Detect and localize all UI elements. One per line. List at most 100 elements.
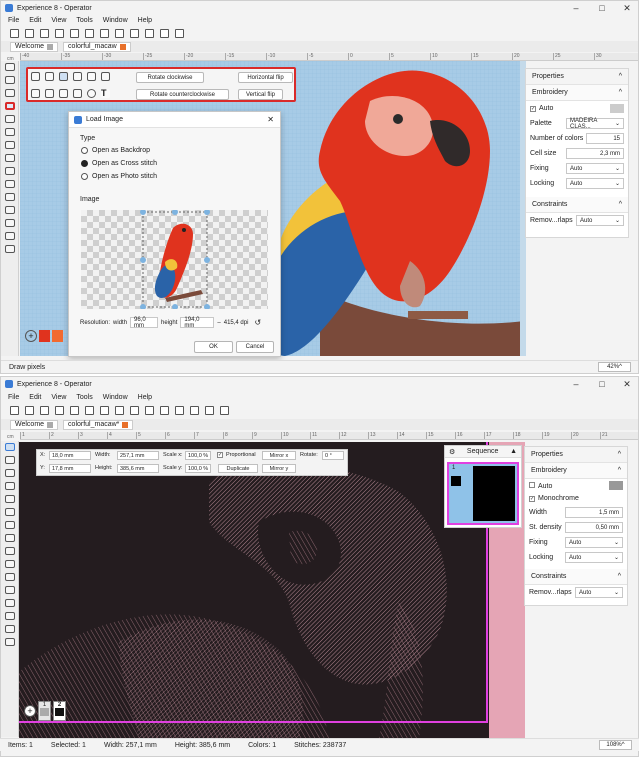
- circle-tool-icon[interactable]: [4, 180, 15, 188]
- open-folder-icon[interactable]: [25, 28, 34, 38]
- eraser-icon[interactable]: [73, 72, 82, 81]
- menu-edit[interactable]: Edit: [29, 17, 41, 24]
- close-tab-icon[interactable]: [119, 43, 126, 50]
- motif-icon[interactable]: [4, 599, 15, 607]
- eyedropper-icon[interactable]: [59, 89, 68, 98]
- color-swatch[interactable]: [52, 330, 63, 342]
- scale-y-input[interactable]: 100,0 %: [185, 464, 211, 473]
- tab-colorful-macaw[interactable]: colorful_macaw*: [63, 419, 134, 430]
- menu-view[interactable]: View: [51, 394, 66, 401]
- pen-tool-icon[interactable]: [4, 547, 15, 555]
- select-tool-icon[interactable]: [4, 443, 15, 451]
- duplicate-button[interactable]: Duplicate: [218, 464, 258, 473]
- reset-icon[interactable]: ↺: [254, 318, 261, 327]
- zoom-dropdown[interactable]: 42% ^: [598, 362, 631, 372]
- x-input[interactable]: 18,0 mm: [49, 451, 91, 460]
- circle-tool-icon[interactable]: [4, 560, 15, 568]
- width-input[interactable]: 257,1 mm: [117, 451, 159, 460]
- machine-icon[interactable]: [175, 405, 184, 415]
- text-icon[interactable]: T: [101, 89, 110, 98]
- send-icon[interactable]: [205, 405, 214, 415]
- minimize-icon[interactable]: –: [563, 1, 589, 15]
- palette-swatch-icon[interactable]: [609, 481, 623, 490]
- monochrome-checkbox[interactable]: ✓: [529, 496, 535, 502]
- mirror-y-button[interactable]: Mirror y: [262, 464, 296, 473]
- auto-checkbox[interactable]: [529, 481, 535, 488]
- collapse-icon[interactable]: ^: [618, 573, 621, 580]
- ribbon-tool-icon[interactable]: [4, 128, 15, 136]
- menu-tools[interactable]: Tools: [76, 17, 92, 24]
- send-icon[interactable]: [160, 28, 169, 38]
- radio-icon[interactable]: [81, 147, 88, 154]
- scale-x-input[interactable]: 100,0 %: [185, 451, 211, 460]
- import-icon[interactable]: [55, 28, 64, 38]
- sequence-menu-icon[interactable]: ⚙: [449, 448, 455, 456]
- rotate-input[interactable]: 0 °: [322, 451, 344, 460]
- applique-tool-icon[interactable]: [4, 534, 15, 542]
- add-color-icon[interactable]: +: [25, 330, 37, 342]
- monogram-icon[interactable]: [4, 206, 15, 214]
- print-icon[interactable]: [70, 405, 79, 415]
- radio-backdrop[interactable]: Open as Backdrop: [69, 144, 280, 157]
- measure-icon[interactable]: [4, 245, 15, 253]
- print-icon[interactable]: [70, 28, 79, 38]
- menu-file[interactable]: File: [8, 17, 19, 24]
- menu-tools[interactable]: Tools: [76, 394, 92, 401]
- locking-dropdown[interactable]: Auto ⌄: [565, 552, 623, 563]
- close-icon[interactable]: ✕: [614, 377, 638, 391]
- horizontal-flip-button[interactable]: Horizontal flip: [238, 72, 293, 83]
- bucket-icon[interactable]: [45, 89, 54, 98]
- new-file-icon[interactable]: [10, 28, 19, 38]
- collapse-icon[interactable]: ^: [618, 467, 621, 474]
- close-tab-icon[interactable]: [47, 43, 54, 50]
- ellipse-icon[interactable]: [87, 89, 96, 98]
- menu-help[interactable]: Help: [138, 17, 152, 24]
- close-icon[interactable]: ✕: [614, 1, 638, 15]
- node-edit-icon[interactable]: [4, 76, 15, 84]
- collapse-icon[interactable]: ^: [619, 201, 622, 208]
- stitch-tool-icon[interactable]: [4, 89, 15, 97]
- auto-checkbox[interactable]: ✓: [530, 106, 536, 112]
- help-cursor-icon[interactable]: [220, 405, 229, 415]
- cell-size-input[interactable]: 2,3 mm: [566, 148, 624, 159]
- color-swatch-1[interactable]: 1: [38, 701, 51, 721]
- tab-colorful-macaw[interactable]: colorful_macaw: [63, 41, 131, 52]
- ribbon-tool-icon[interactable]: [4, 508, 15, 516]
- menu-edit[interactable]: Edit: [29, 394, 41, 401]
- locking-dropdown[interactable]: Auto ⌄: [566, 178, 624, 189]
- upload-icon[interactable]: [40, 405, 49, 415]
- fixing-dropdown[interactable]: Auto ⌄: [566, 163, 624, 174]
- monogram-icon[interactable]: [4, 586, 15, 594]
- proportional-option[interactable]: ✓ Proportional: [217, 452, 256, 458]
- fill-tool-icon[interactable]: [4, 115, 15, 123]
- radio-icon[interactable]: [81, 173, 88, 180]
- machine-icon[interactable]: [145, 28, 154, 38]
- width-input[interactable]: 1,5 mm: [565, 507, 623, 518]
- y-input[interactable]: 17,8 mm: [49, 464, 91, 473]
- grid-icon[interactable]: [145, 405, 154, 415]
- palette-dropdown[interactable]: MADEIRA CLAS... ⌄: [566, 118, 624, 130]
- tab-welcome[interactable]: Welcome: [10, 419, 59, 430]
- height-input[interactable]: 194,0 mm: [180, 317, 215, 329]
- colors-input[interactable]: 15: [586, 133, 624, 144]
- close-tab-icon[interactable]: [122, 421, 129, 428]
- measure-icon[interactable]: [4, 625, 15, 633]
- hoop-icon[interactable]: [160, 405, 169, 415]
- pixel-tool-icon[interactable]: [4, 102, 15, 110]
- menu-file[interactable]: File: [8, 394, 19, 401]
- pencil-icon[interactable]: [59, 72, 68, 81]
- stitch-sim-icon[interactable]: [190, 405, 199, 415]
- fill-tool-icon[interactable]: [4, 495, 15, 503]
- add-color-icon[interactable]: +: [24, 705, 36, 717]
- grid-icon[interactable]: [115, 28, 124, 38]
- help-cursor-icon[interactable]: [175, 28, 184, 38]
- zoom-dropdown[interactable]: 108% ^: [599, 740, 632, 750]
- height-input[interactable]: 385,6 mm: [117, 464, 159, 473]
- redo-icon[interactable]: [100, 28, 109, 38]
- new-file-icon[interactable]: [10, 405, 19, 415]
- vertical-flip-button[interactable]: Vertical flip: [238, 89, 283, 100]
- image-preview[interactable]: [81, 209, 268, 310]
- frame-icon[interactable]: [4, 232, 15, 240]
- radio-cross-stitch[interactable]: Open as Cross stitch: [69, 157, 280, 170]
- ok-button[interactable]: OK: [194, 341, 233, 353]
